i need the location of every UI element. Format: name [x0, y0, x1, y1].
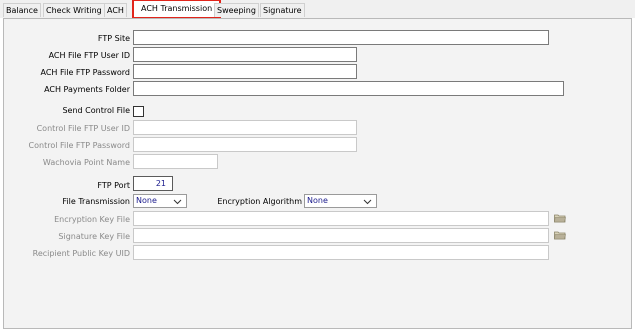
- file-transmission-label: File Transmission: [62, 197, 130, 206]
- control-password-input[interactable]: [133, 137, 357, 152]
- ach-password-input[interactable]: [133, 64, 357, 79]
- tab-ach[interactable]: ACH: [104, 3, 127, 17]
- ach-user-input[interactable]: [133, 47, 357, 62]
- signature-key-label: Signature Key File: [58, 232, 130, 241]
- ach-password-label: ACH File FTP Password: [40, 68, 131, 77]
- control-user-input[interactable]: [133, 120, 357, 135]
- ftp-site-input[interactable]: [133, 30, 549, 45]
- folder-icon[interactable]: [554, 213, 566, 223]
- ach-folder-input[interactable]: [133, 81, 564, 96]
- ftp-port-input[interactable]: [133, 176, 173, 191]
- recipient-key-input[interactable]: [133, 245, 549, 260]
- chevron-down-icon: [173, 199, 182, 205]
- tab-bar: Balance Check Writing ACH ACH Transmissi…: [0, 0, 635, 19]
- ach-user-label: ACH File FTP User ID: [48, 51, 130, 60]
- ach-folder-label: ACH Payments Folder: [44, 85, 130, 94]
- encryption-algorithm-value: None: [307, 196, 328, 205]
- tab-check-writing[interactable]: Check Writing: [43, 3, 105, 17]
- wachovia-input[interactable]: [133, 154, 218, 169]
- wachovia-label: Wachovia Point Name: [42, 158, 130, 167]
- ftp-port-label: FTP Port: [97, 181, 130, 190]
- file-transmission-value: None: [136, 196, 157, 205]
- recipient-key-label: Recipient Public Key UID: [32, 249, 130, 258]
- ftp-site-label: FTP Site: [97, 34, 130, 43]
- encryption-key-input[interactable]: [133, 211, 549, 226]
- folder-icon[interactable]: [554, 230, 566, 240]
- encryption-key-label: Encryption Key File: [54, 215, 130, 224]
- encryption-algorithm-select[interactable]: None: [304, 194, 377, 208]
- encryption-algorithm-label: Encryption Algorithm: [217, 197, 302, 206]
- send-control-label: Send Control File: [62, 106, 130, 115]
- tab-balance[interactable]: Balance: [3, 3, 41, 17]
- tab-ach-transmission[interactable]: ACH Transmission: [131, 0, 222, 19]
- signature-key-input[interactable]: [133, 228, 549, 243]
- tab-signature[interactable]: Signature: [260, 3, 305, 17]
- control-user-label: Control File FTP User ID: [36, 124, 130, 133]
- tab-sweeping[interactable]: Sweeping: [214, 3, 259, 17]
- send-control-checkbox[interactable]: [133, 106, 144, 117]
- control-password-label: Control File FTP Password: [28, 141, 130, 150]
- file-transmission-select[interactable]: None: [133, 194, 187, 208]
- chevron-down-icon: [363, 199, 372, 205]
